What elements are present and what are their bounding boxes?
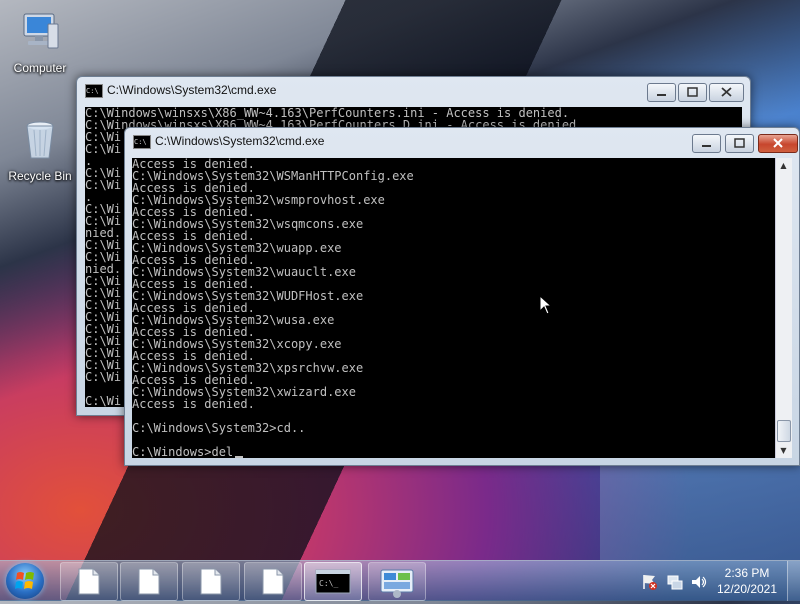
windows-logo-icon [15, 572, 34, 589]
cmd-window-active[interactable]: C:\ C:\Windows\System32\cmd.exe Access i… [124, 127, 800, 466]
computer-icon [5, 10, 75, 57]
document-icon [262, 568, 284, 595]
start-button[interactable] [6, 563, 44, 599]
cmd-icon: C:\ [85, 84, 103, 98]
cmd-icon: C:\_ [315, 569, 351, 594]
action-center-flag-icon[interactable] [641, 573, 659, 595]
maximize-icon [687, 87, 698, 97]
console-output[interactable]: Access is denied. C:\Windows\System32\WSM… [132, 158, 775, 458]
close-button[interactable] [709, 83, 744, 102]
document-icon [138, 568, 160, 595]
console-line: C:\Windows\System32>cd.. [132, 421, 306, 435]
volume-icon[interactable] [690, 573, 708, 595]
close-icon [773, 138, 783, 148]
minimize-button[interactable] [692, 134, 721, 153]
scroll-down-icon[interactable]: ▼ [776, 443, 791, 458]
taskbar-button-cmd[interactable]: C:\_ [304, 562, 362, 601]
show-desktop-button[interactable] [787, 561, 800, 601]
svg-text:C:\_: C:\_ [319, 579, 338, 588]
vertical-scrollbar[interactable]: ▲ ▼ [775, 158, 792, 458]
window-title: C:\Windows\System32\cmd.exe [107, 83, 277, 97]
system-clock[interactable]: 2:36 PM 12/20/2021 [712, 565, 782, 597]
desktop-icon-label: Recycle Bin [8, 169, 72, 183]
console-line: Access is denied. [132, 397, 255, 411]
clock-time: 2:36 PM [724, 566, 770, 580]
document-icon [200, 568, 222, 595]
maximize-button[interactable] [678, 83, 707, 102]
control-panel-icon [380, 569, 414, 598]
mouse-pointer-icon [539, 295, 553, 315]
taskbar: C:\_ 2:36 PM 12/20/2021 [0, 560, 800, 601]
taskbar-button-document[interactable] [120, 562, 178, 601]
taskbar-button-document[interactable] [182, 562, 240, 601]
maximize-icon [734, 138, 745, 148]
desktop-icon-computer[interactable]: Computer [5, 10, 75, 75]
close-button[interactable] [758, 134, 798, 153]
close-icon [721, 87, 732, 97]
minimize-icon [657, 94, 666, 96]
desktop-icon-label: Computer [13, 61, 67, 75]
scroll-up-icon[interactable]: ▲ [776, 158, 791, 173]
desktop-icon-recycle-bin[interactable]: Recycle Bin [5, 118, 75, 183]
cmd-icon: C:\ [133, 135, 151, 149]
text-cursor [235, 456, 244, 458]
window-titlebar[interactable]: C:\ C:\Windows\System32\cmd.exe [125, 128, 799, 156]
recycle-bin-icon [5, 118, 75, 165]
maximize-button[interactable] [725, 134, 754, 153]
window-titlebar[interactable]: C:\ C:\Windows\System32\cmd.exe [77, 77, 750, 105]
window-title: C:\Windows\System32\cmd.exe [155, 134, 325, 148]
taskbar-button-control-panel[interactable] [368, 562, 426, 601]
console-line: C:\Windows>del [132, 446, 775, 458]
clock-date: 12/20/2021 [716, 582, 778, 596]
network-icon[interactable] [666, 573, 684, 595]
minimize-button[interactable] [647, 83, 676, 102]
minimize-icon [702, 145, 711, 147]
document-icon [78, 568, 100, 595]
taskbar-button-document[interactable] [244, 562, 302, 601]
scrollbar-thumb[interactable] [777, 420, 791, 442]
taskbar-button-document[interactable] [60, 562, 118, 601]
